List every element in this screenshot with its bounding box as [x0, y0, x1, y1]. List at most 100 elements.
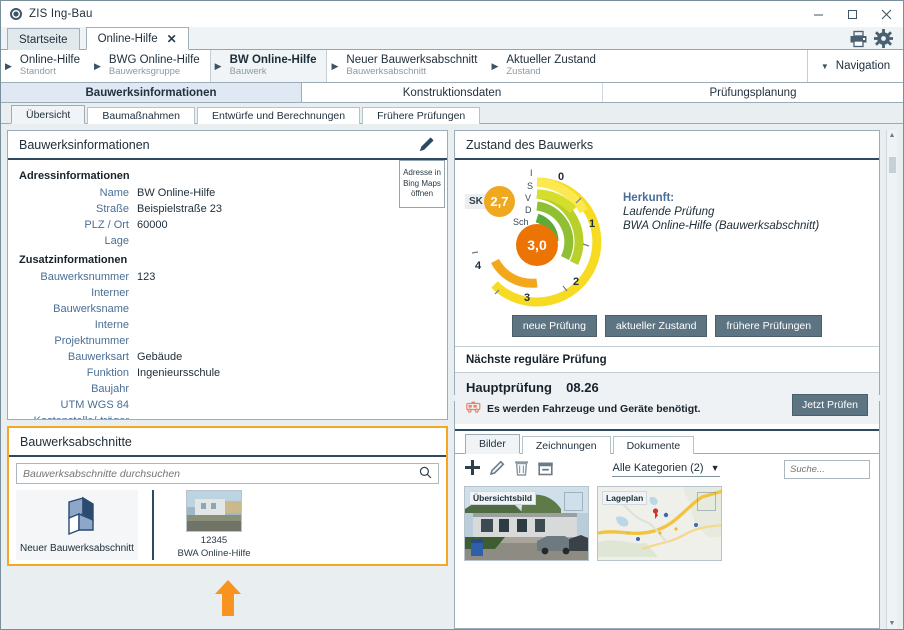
panel-bauwerksabschnitte: Bauwerksabschnitte — [7, 426, 448, 566]
tab-bauwerksinformationen[interactable]: Bauwerksinformationen — [1, 83, 302, 102]
selection-corner-icon[interactable] — [564, 492, 583, 511]
ansichten-search-box[interactable] — [784, 460, 870, 479]
breadcrumb-subtitle: Zustand — [506, 67, 596, 78]
row-value: Ingenieursschule — [137, 365, 220, 381]
search-icon[interactable] — [419, 466, 432, 482]
building-block-icon — [55, 496, 99, 539]
breadcrumb-item-bauwerk[interactable]: ▶ BW Online-Hilfe Bauwerk — [210, 50, 328, 82]
window-title: ZIS Ing-Bau — [29, 8, 93, 20]
condition-gauge-chart: SK 2,7 3,0 I S V D Sch 0 — [461, 166, 611, 311]
breadcrumb-item-bauwerksabschnitt[interactable]: ▶ Neuer Bauwerksabschnitt Bauwerksabschn… — [327, 50, 487, 82]
tab-label: Prüfungsplanung — [710, 87, 797, 99]
vehicle-icon — [466, 401, 481, 416]
breadcrumb-item-bauwerksgruppe[interactable]: ▶ BWG Online-Hilfe Bauwerksgruppe — [90, 50, 210, 82]
scroll-up-arrow-icon[interactable]: ▲ — [889, 132, 896, 139]
scale-tick-3: 3 — [524, 292, 530, 304]
bauwerksinformationen-body: Adresse in Bing Maps öffnen Adressinform… — [8, 160, 447, 419]
row-label: Interne Projektnummer — [19, 317, 137, 349]
herkunft-title: Herkunft: — [623, 192, 819, 204]
tab-entwuerfe-berechnungen[interactable]: Entwürfe und Berechnungen — [197, 107, 360, 124]
tab-online-hilfe[interactable]: Online-Hilfe ✕ — [86, 27, 189, 50]
breadcrumb-item-standort[interactable]: ▶ Online-Hilfe Standort — [1, 50, 90, 82]
scroll-down-arrow-icon[interactable]: ▼ — [889, 620, 896, 627]
tile-label: Neuer Bauwerksabschnitt — [20, 543, 134, 554]
close-icon[interactable] — [869, 1, 903, 27]
jetzt-pruefen-button[interactable]: Jetzt Prüfen — [792, 394, 868, 416]
gear-icon[interactable] — [874, 29, 893, 48]
breadcrumb-item-zustand[interactable]: ▶ Aktueller Zustand Zustand — [487, 50, 605, 82]
neue-pruefung-button[interactable]: neue Prüfung — [512, 315, 597, 337]
ring-label-Sch: Sch — [513, 217, 529, 227]
search-input[interactable] — [23, 468, 419, 480]
new-bauwerksabschnitt-tile[interactable]: Neuer Bauwerksabschnitt — [16, 490, 138, 560]
aktueller-zustand-button[interactable]: aktueller Zustand — [605, 315, 708, 337]
category-select[interactable]: Alle Kategorien (2) ▼ — [612, 462, 719, 477]
panel-title: Bauwerksinformationen — [19, 138, 150, 152]
tab-dokumente[interactable]: Dokumente — [613, 436, 695, 454]
info-row-bauwerksart: Bauwerksart Gebäude — [19, 349, 436, 365]
gauge-center-value: 3,0 — [516, 224, 558, 266]
ansicht-item-uebersichtsbild[interactable]: Übersichtsbild — [464, 486, 589, 561]
tab-baumassnahmen[interactable]: Baumaßnahmen — [87, 107, 195, 124]
archive-box-icon[interactable] — [537, 460, 554, 479]
bing-maps-button[interactable]: Adresse in Bing Maps öffnen — [399, 160, 445, 208]
edit-pencil-icon[interactable] — [489, 459, 506, 479]
scale-tick-2: 2 — [573, 276, 579, 288]
delete-trash-icon[interactable] — [514, 459, 529, 479]
scale-tick-0: 0 — [558, 171, 564, 183]
scrollbar-thumb[interactable] — [889, 157, 896, 173]
row-label: UTM WGS 84 — [19, 397, 137, 413]
orange-up-arrow — [215, 580, 241, 619]
row-label: Funktion — [19, 365, 137, 381]
tab-label: Startseite — [19, 34, 68, 46]
tab-fruehere-pruefungen[interactable]: Frühere Prüfungen — [362, 107, 480, 124]
building-photo — [186, 490, 242, 532]
search-box[interactable] — [16, 463, 439, 484]
content-area: Bauwerksinformationen Adresse in Bing Ma… — [1, 124, 903, 629]
inspection-date: 08.26 — [566, 380, 599, 395]
group-title-zusatzinformationen: Zusatzinformationen — [19, 254, 436, 266]
abschnitt-tile[interactable]: 12345 BWA Online-Hilfe — [168, 490, 260, 560]
ansicht-item-lageplan[interactable]: Lageplan — [597, 486, 722, 561]
panel-ansichten: Ansichten Bilder Zeichnungen — [454, 401, 880, 629]
sk-value: 2,7 — [484, 186, 515, 217]
row-value: BW Online-Hilfe — [137, 185, 215, 201]
sk-badge: SK 2,7 — [465, 186, 515, 217]
tab-uebersicht[interactable]: Übersicht — [11, 105, 85, 124]
panel-zustand-des-bauwerks: Zustand des Bauwerks — [454, 130, 880, 395]
panel-title: Bauwerksabschnitte — [20, 435, 132, 449]
tab-label: Dokumente — [627, 440, 681, 452]
maximize-icon[interactable] — [835, 1, 869, 27]
tab-startseite[interactable]: Startseite — [7, 28, 80, 50]
row-label: Name — [19, 185, 137, 201]
sub-tabs: Übersicht Baumaßnahmen Entwürfe und Bere… — [1, 103, 903, 124]
add-icon[interactable] — [464, 459, 481, 479]
selection-corner-icon[interactable] — [697, 492, 716, 511]
vertical-scrollbar[interactable]: ▲ ▼ — [886, 130, 897, 629]
tab-bilder[interactable]: Bilder — [465, 434, 520, 454]
tab-konstruktionsdaten[interactable]: Konstruktionsdaten — [302, 83, 603, 102]
breadcrumb-subtitle: Standort — [20, 67, 80, 78]
scale-tick-4: 4 — [475, 260, 481, 272]
tab-label: Konstruktionsdaten — [403, 87, 501, 99]
navigation-button[interactable]: ▼ Navigation — [807, 50, 903, 82]
pencil-icon[interactable] — [417, 135, 436, 154]
ansichten-tabs: Bilder Zeichnungen Dokumente — [455, 431, 879, 454]
inspection-type: Hauptprüfung — [466, 380, 552, 395]
row-label: Bauwerksart — [19, 349, 137, 365]
inspection-note: Es werden Fahrzeuge und Geräte benötigt. — [487, 403, 701, 415]
print-icon[interactable] — [849, 30, 868, 48]
info-row-interner-bauwerksname: Interner Bauwerksname — [19, 285, 436, 317]
tab-pruefungsplanung[interactable]: Prüfungsplanung — [603, 83, 903, 102]
chevron-right-icon: ▶ — [94, 61, 101, 72]
app-circle-icon — [10, 8, 22, 20]
close-icon[interactable]: ✕ — [167, 32, 177, 46]
breadcrumb-subtitle: Bauwerk — [230, 67, 317, 78]
search-area — [9, 457, 446, 484]
group-title-adressinformationen: Adressinformationen — [19, 170, 436, 182]
minimize-icon[interactable] — [801, 1, 835, 27]
row-value: 123 — [137, 269, 155, 285]
tab-zeichnungen[interactable]: Zeichnungen — [522, 436, 611, 454]
info-row-strasse: Straße Beispielstraße 23 — [19, 201, 436, 217]
fruehere-pruefungen-button[interactable]: frühere Prüfungen — [715, 315, 822, 337]
